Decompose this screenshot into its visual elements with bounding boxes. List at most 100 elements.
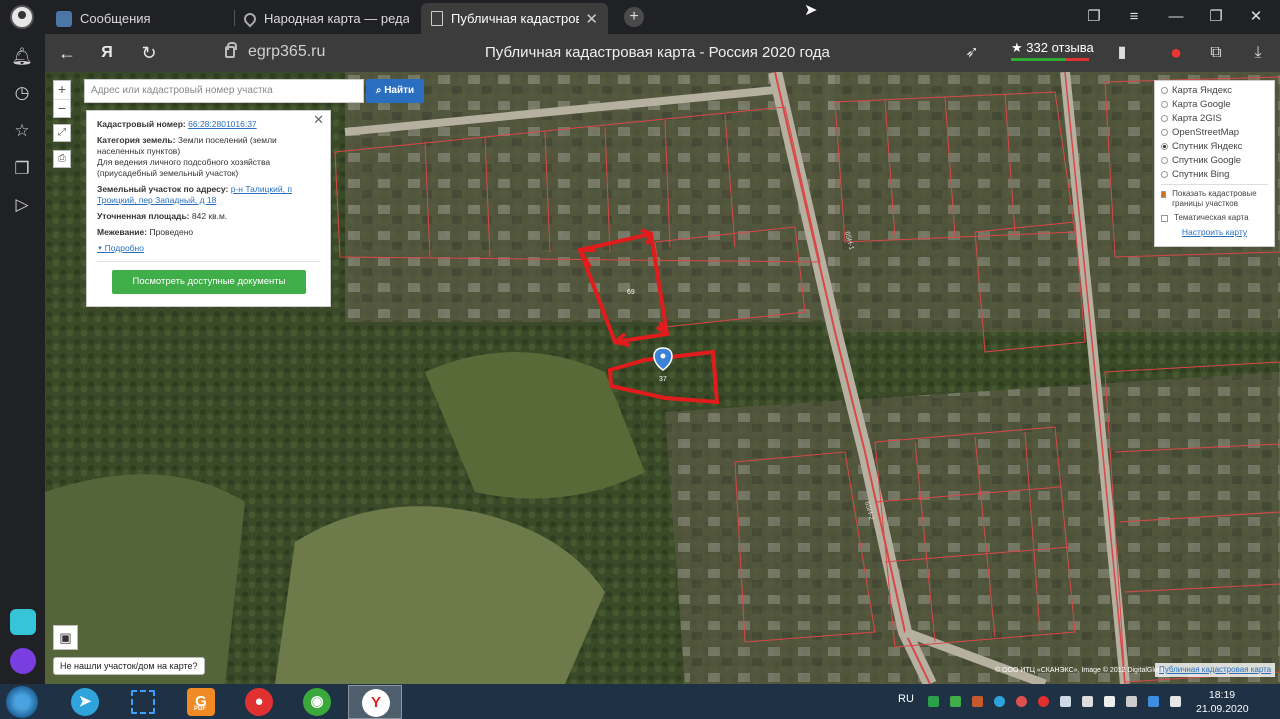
tray-app-icon[interactable] bbox=[1016, 696, 1027, 707]
layer-option[interactable]: Спутник Google bbox=[1161, 154, 1268, 168]
cadastral-map[interactable]: 69 37 65Н-1 65Н-2 + − ⤢ ⎙ Адрес или када… bbox=[45, 72, 1280, 684]
layer-option[interactable]: Карта Google bbox=[1161, 98, 1268, 112]
area-value: 842 кв.м. bbox=[191, 211, 228, 221]
back-button[interactable]: ← bbox=[51, 34, 83, 72]
history-icon[interactable]: ◷ bbox=[11, 82, 33, 104]
close-tab-icon[interactable]: ✕ bbox=[585, 10, 598, 28]
restore-button[interactable]: ❐ bbox=[1196, 0, 1236, 34]
tab-title: Сообщения bbox=[80, 11, 151, 26]
network-icon[interactable] bbox=[1126, 696, 1137, 707]
radio-icon[interactable] bbox=[1161, 115, 1168, 122]
input-language[interactable]: RU bbox=[898, 693, 914, 705]
survey-value: Проведено bbox=[149, 227, 194, 237]
not-found-tooltip[interactable]: Не нашли участок/дом на карте? bbox=[53, 657, 205, 675]
windows-taskbar: ➤ G PDF ● ◉ Y RU 18:19 21.09.2020 bbox=[0, 684, 1280, 719]
checkbox-icon[interactable] bbox=[1161, 215, 1168, 222]
plot-label: 37 bbox=[659, 376, 667, 383]
pkk-link[interactable]: Публичная кадастровая карта bbox=[1155, 663, 1276, 677]
minimize-button[interactable]: — bbox=[1156, 0, 1196, 34]
messenger-icon[interactable] bbox=[10, 609, 36, 635]
layer-option-label: Спутник Яндекс bbox=[1172, 141, 1243, 152]
thematic-map-option[interactable]: Тематическая карта bbox=[1161, 213, 1268, 223]
radio-icon[interactable] bbox=[1161, 129, 1168, 136]
menu-icon[interactable]: ≡ bbox=[1114, 0, 1154, 34]
ladybug-icon: ● bbox=[245, 688, 273, 716]
yandex-browser-icon: Y bbox=[362, 689, 390, 717]
cadastral-search-input[interactable]: Адрес или кадастровый номер участка bbox=[84, 79, 364, 103]
lock-icon[interactable] bbox=[225, 42, 237, 58]
thematic-label: Тематическая карта bbox=[1174, 213, 1249, 222]
tab-cadastral-map[interactable]: Публичная кадастровая ✕ bbox=[421, 3, 608, 34]
reviews-rating[interactable]: ★ 332 отзыва bbox=[1011, 40, 1094, 56]
show-borders-option[interactable]: Показать кадастровые границы участков bbox=[1161, 189, 1268, 209]
new-tab-button[interactable]: + bbox=[624, 7, 644, 27]
tray-telegram-icon[interactable] bbox=[994, 696, 1005, 707]
radio-icon[interactable] bbox=[1161, 171, 1168, 178]
radio-icon[interactable] bbox=[1161, 157, 1168, 164]
tray-app-icon[interactable] bbox=[972, 696, 983, 707]
profile-avatar[interactable] bbox=[10, 5, 34, 29]
layer-option[interactable]: Карта 2GIS bbox=[1161, 112, 1268, 126]
start-button[interactable] bbox=[6, 686, 38, 718]
zoom-out-button[interactable]: − bbox=[54, 99, 70, 117]
alice-assistant-icon[interactable] bbox=[10, 648, 36, 674]
cadastral-number-link[interactable]: 66:28:2801016:37 bbox=[188, 119, 257, 129]
pdf-app[interactable]: G PDF bbox=[174, 685, 228, 719]
ladybug-app[interactable]: ● bbox=[232, 685, 286, 719]
rocket-icon[interactable]: ➶ bbox=[959, 40, 985, 66]
translate-icon[interactable]: ⧉ bbox=[1203, 40, 1229, 66]
messages-icon bbox=[56, 10, 72, 27]
mouse-cursor-icon: ➤ bbox=[804, 2, 818, 19]
tab-messages[interactable]: Сообщения bbox=[46, 3, 231, 34]
bookmarks-star-icon[interactable]: ☆ bbox=[11, 120, 33, 142]
download-icon[interactable]: ⤓ bbox=[1245, 40, 1271, 66]
search-button[interactable]: ⌕ Найти bbox=[366, 79, 424, 103]
view-documents-button[interactable]: Посмотреть доступные документы bbox=[112, 270, 306, 294]
location-pin-icon[interactable]: ● bbox=[1163, 40, 1189, 66]
pdf-app-label: PDF bbox=[194, 706, 206, 712]
tray-battery-icon[interactable] bbox=[1082, 696, 1093, 707]
layer-option[interactable]: Карта Яндекс bbox=[1161, 84, 1268, 98]
more-details-link[interactable]: Подробно bbox=[97, 243, 320, 255]
close-window-button[interactable]: ✕ bbox=[1236, 0, 1276, 34]
collections-icon[interactable]: ❐ bbox=[11, 158, 33, 180]
show-borders-label: Показать кадастровые границы участков bbox=[1172, 189, 1257, 208]
notifications-icon[interactable]: 🔔︎ bbox=[11, 46, 33, 68]
radio-icon[interactable] bbox=[1161, 101, 1168, 108]
fullscreen-icon[interactable]: ⤢ bbox=[53, 124, 71, 142]
rating-bar bbox=[1011, 58, 1089, 61]
tray-app-icon[interactable] bbox=[928, 696, 939, 707]
radio-icon[interactable] bbox=[1161, 87, 1168, 94]
yandex-browser-app[interactable]: Y bbox=[348, 685, 402, 719]
bookmark-icon[interactable]: ▮ bbox=[1109, 40, 1135, 66]
telegram-app[interactable]: ➤ bbox=[58, 685, 112, 719]
zoom-in-button[interactable]: + bbox=[54, 81, 70, 99]
print-icon[interactable]: ⎙ bbox=[53, 150, 71, 168]
browser-sidebar: 🔔︎ ◷ ☆ ❐ ▷ bbox=[0, 34, 45, 684]
collections-icon[interactable]: ❐ bbox=[1074, 0, 1114, 34]
radio-app[interactable]: ◉ bbox=[290, 685, 344, 719]
volume-icon[interactable] bbox=[1170, 696, 1181, 707]
close-icon[interactable]: ✕ bbox=[313, 113, 324, 126]
tray-app-icon[interactable] bbox=[950, 696, 961, 707]
yandex-button[interactable]: Я bbox=[91, 34, 123, 72]
checkbox-checked-icon[interactable] bbox=[1161, 191, 1167, 198]
tray-app-icon[interactable] bbox=[1148, 696, 1159, 707]
report-missing-icon[interactable]: ▣ bbox=[53, 625, 78, 650]
snipping-tool-app[interactable] bbox=[116, 685, 170, 719]
media-play-icon[interactable]: ▷ bbox=[11, 194, 33, 216]
layer-option[interactable]: Спутник Яндекс bbox=[1161, 140, 1268, 154]
clock[interactable]: 18:19 21.09.2020 bbox=[1196, 688, 1249, 716]
tray-app-icon[interactable] bbox=[1104, 696, 1115, 707]
tray-flag-icon[interactable] bbox=[1060, 696, 1071, 707]
radio-selected-icon[interactable] bbox=[1161, 143, 1168, 150]
clock-date: 21.09.2020 bbox=[1196, 703, 1249, 715]
layer-option[interactable]: OpenStreetMap bbox=[1161, 126, 1268, 140]
tray-app-icon[interactable] bbox=[1038, 696, 1049, 707]
reload-button[interactable]: ↻ bbox=[133, 34, 165, 72]
layer-option[interactable]: Спутник Bing bbox=[1161, 168, 1268, 182]
tab-narodnaya-karta[interactable]: Народная карта — редакт bbox=[234, 3, 419, 34]
url-field[interactable]: egrp365.ru bbox=[248, 43, 325, 61]
configure-map-link[interactable]: Настроить карту bbox=[1161, 227, 1268, 237]
map-copyright: © ООО ИТЦ «СКАНЭКС», Image © 2012 Digita… bbox=[995, 667, 1166, 674]
